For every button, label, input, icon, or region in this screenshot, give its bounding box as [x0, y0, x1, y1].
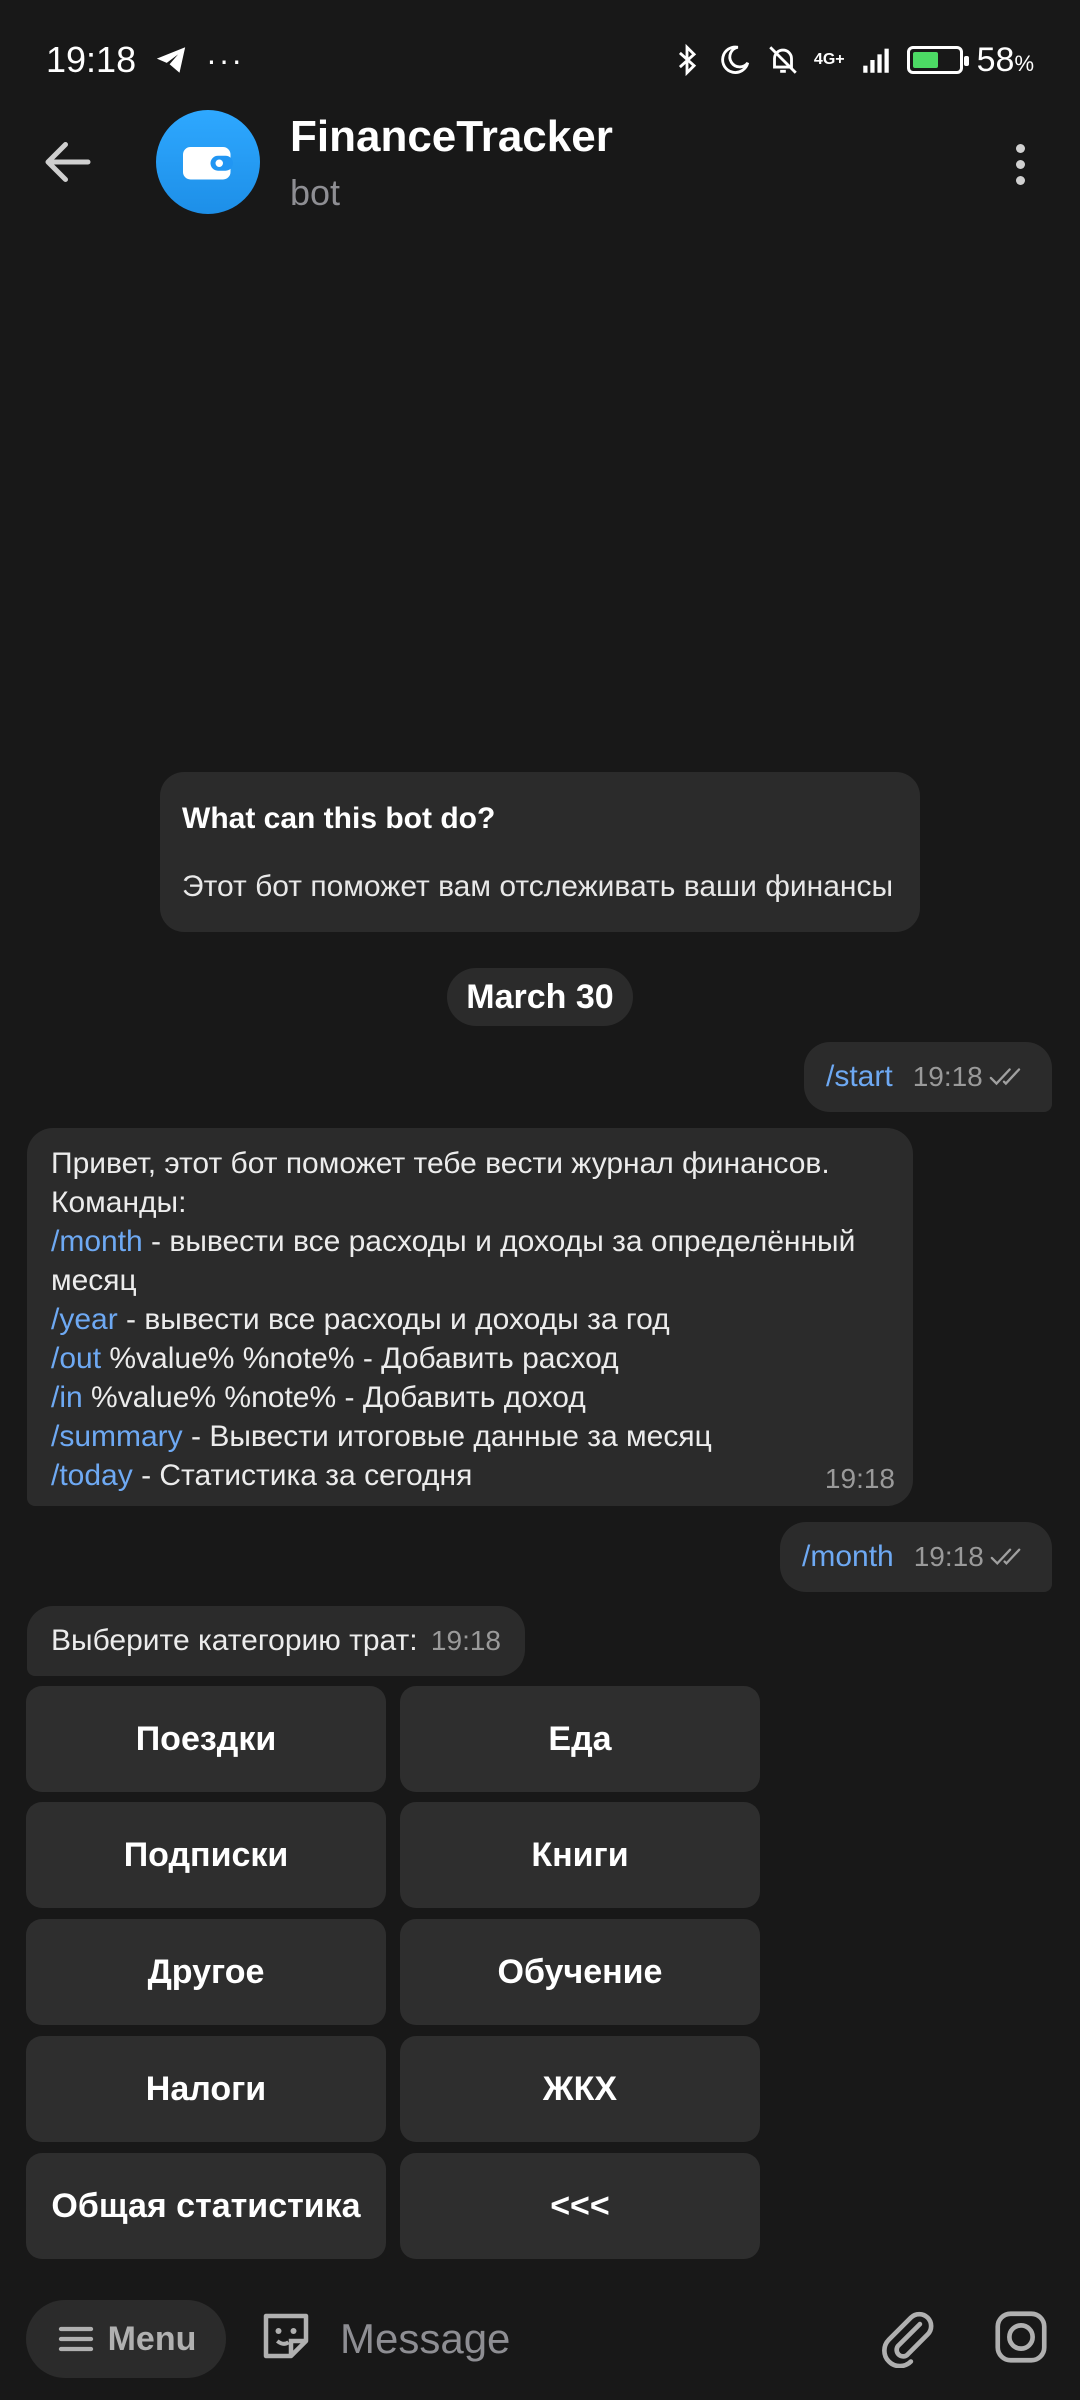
overall-stats-button[interactable]: Общая статистика	[26, 2153, 386, 2259]
battery-icon	[906, 46, 969, 74]
bot-intro-card: What can this bot do? Этот бот поможет в…	[160, 772, 920, 932]
back-arrow-icon	[45, 142, 91, 182]
intro-title: What can this bot do?	[182, 802, 496, 835]
read-checks-icon	[989, 1068, 1020, 1086]
read-checks-icon	[990, 1548, 1021, 1566]
back-keyboard-button[interactable]: <<<	[400, 2153, 760, 2259]
incoming-message: Выберите категорию трат: 19:18	[27, 1606, 525, 1676]
intro-text: Этот бот поможет вам отслеживать ваши фи…	[182, 870, 894, 903]
bot-avatar[interactable]	[156, 110, 260, 214]
message-line: /out %value% %note% - Добавить расход	[51, 1339, 889, 1378]
command-link[interactable]: /year	[51, 1303, 118, 1336]
command-link[interactable]: /summary	[51, 1420, 183, 1453]
line-text: - вывести все расходы и доходы за опреде…	[142, 1225, 856, 1258]
message-line: /year - вывести все расходы и доходы за …	[51, 1300, 889, 1339]
command-link[interactable]: /month	[51, 1225, 143, 1258]
message-time: 19:18	[824, 1463, 895, 1494]
message-text[interactable]: /start	[826, 1060, 893, 1094]
line-text: %value% %note% - Добавить доход	[82, 1381, 586, 1414]
incoming-message: Привет, этот бот поможет тебе вести журн…	[27, 1128, 913, 1506]
message-line: Команды:	[51, 1183, 889, 1222]
command-link[interactable]: /out	[51, 1342, 101, 1375]
muted-bell-icon	[769, 46, 797, 74]
message-input-bar: Menu	[0, 2290, 1080, 2400]
menu-label: Menu	[107, 2319, 197, 2358]
status-time: 19:18	[46, 39, 137, 80]
message-line: /today - Статистика за сегодня	[51, 1456, 889, 1495]
message-input[interactable]	[340, 2304, 840, 2374]
chat-title[interactable]: FinanceTracker	[290, 112, 613, 162]
wallet-icon	[183, 147, 233, 180]
menu-button[interactable]: Menu	[26, 2300, 226, 2378]
more-options-button[interactable]	[990, 134, 1050, 194]
category-button-utilities[interactable]: ЖКХ	[400, 2036, 760, 2142]
category-button-subscriptions[interactable]: Подписки	[26, 1802, 386, 1908]
message-time: 19:18	[913, 1541, 984, 1572]
telegram-icon	[156, 47, 186, 73]
bluetooth-icon	[678, 43, 697, 77]
message-line: Привет, этот бот поможет тебе вести журн…	[51, 1144, 889, 1183]
line-text: месяц	[51, 1264, 137, 1297]
message-line: /in %value% %note% - Добавить доход	[51, 1378, 889, 1417]
command-link[interactable]: /in	[51, 1381, 83, 1414]
message-time: 19:18	[912, 1061, 983, 1092]
date-divider: March 30	[447, 968, 633, 1026]
do-not-disturb-icon	[721, 45, 750, 74]
message-line: месяц	[51, 1261, 889, 1300]
hamburger-icon	[58, 2326, 93, 2352]
message-text: Выберите категорию трат:	[51, 1624, 418, 1657]
signal-icon	[862, 48, 889, 73]
line-text: - Статистика за сегодня	[132, 1459, 473, 1492]
category-button-books[interactable]: Книги	[400, 1802, 760, 1908]
more-vert-icon	[1015, 143, 1025, 153]
line-text: Команды:	[51, 1186, 187, 1219]
message-time: 19:18	[430, 1625, 501, 1656]
category-button-food[interactable]: Еда	[400, 1686, 760, 1792]
back-button[interactable]	[38, 132, 98, 192]
attach-icon[interactable]	[876, 2306, 938, 2368]
outgoing-message[interactable]: /month 19:18	[780, 1522, 1052, 1592]
command-link[interactable]: /today	[51, 1459, 133, 1492]
line-text: - Вывести итоговые данные за месяц	[182, 1420, 712, 1453]
message-line: /month - вывести все расходы и доходы за…	[51, 1222, 889, 1261]
chat-header: FinanceTracker bot	[0, 100, 1080, 230]
chat-subtitle: bot	[290, 172, 341, 213]
network-type: 4G+	[813, 51, 845, 68]
category-button-taxes[interactable]: Налоги	[26, 2036, 386, 2142]
battery-percent: 58%	[976, 40, 1034, 79]
message-line: /summary - Вывести итоговые данные за ме…	[51, 1417, 889, 1456]
camera-icon[interactable]	[990, 2306, 1052, 2368]
line-text: - вывести все расходы и доходы за год	[117, 1303, 670, 1336]
line-text: %value% %note% - Добавить расход	[101, 1342, 619, 1375]
outgoing-message[interactable]: /start 19:18	[804, 1042, 1052, 1112]
category-button-trips[interactable]: Поездки	[26, 1686, 386, 1792]
sticker-icon[interactable]	[256, 2306, 316, 2366]
category-button-other[interactable]: Другое	[26, 1919, 386, 2025]
category-button-education[interactable]: Обучение	[400, 1919, 760, 2025]
line-text: Привет, этот бот поможет тебе вести журн…	[51, 1147, 830, 1180]
more-notifications-icon: ···	[206, 41, 245, 78]
message-text[interactable]: /month	[802, 1540, 894, 1574]
